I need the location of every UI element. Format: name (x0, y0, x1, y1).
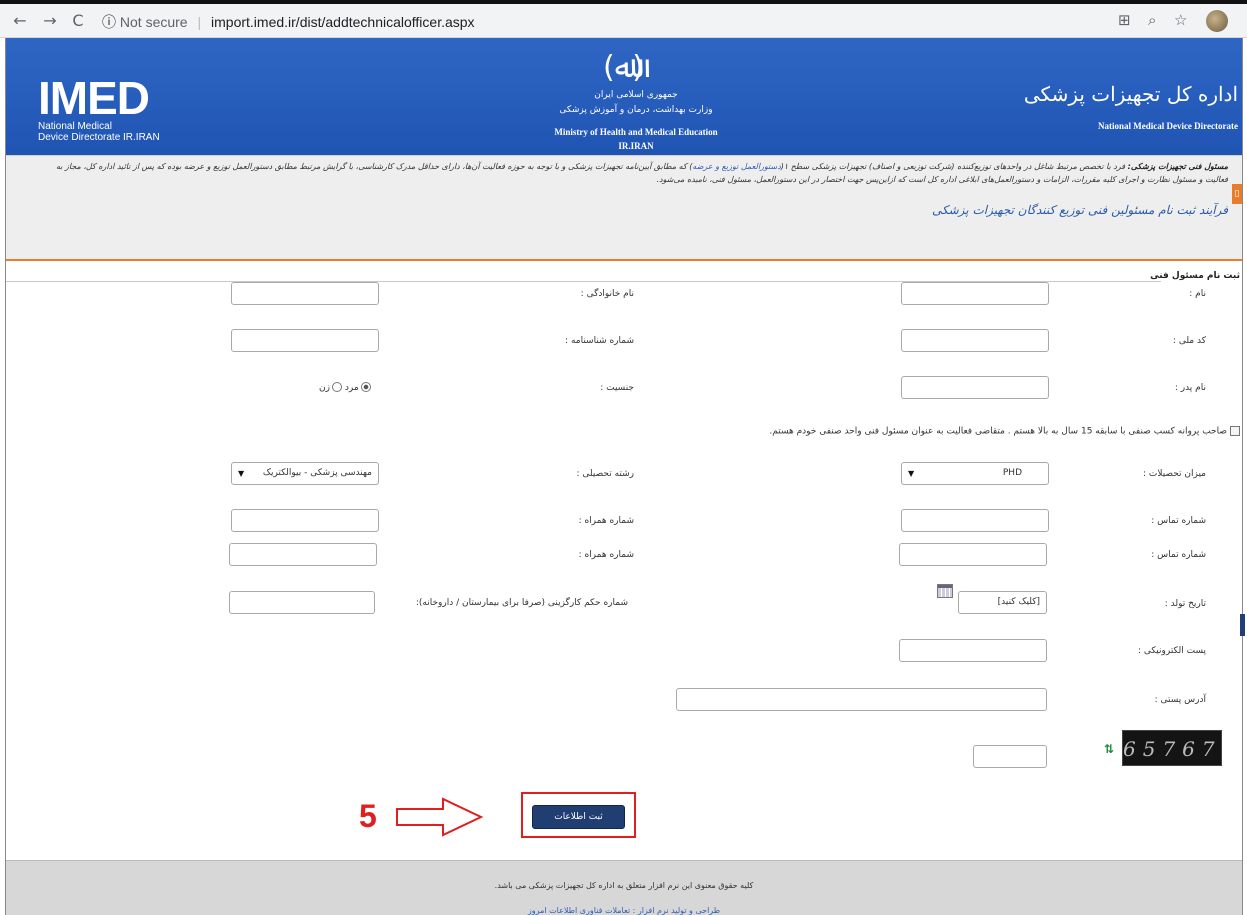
browser-toolbar: ← → C ⓘ Not secure | import.imed.ir/dist… (0, 0, 1247, 38)
credits-link[interactable]: طراحی و تولید نرم افزار : تعاملات فناوری… (6, 906, 1242, 915)
ministry-name-en: Ministry of Health and Medical Education (554, 127, 718, 137)
directorate-name-fa: اداره کل تجهیزات پزشکی (1023, 82, 1238, 106)
postal-address-input[interactable] (676, 688, 1047, 711)
translate-icon[interactable]: ⊞ (1118, 11, 1131, 29)
submit-highlight-box: ثبت اطلاعات (521, 792, 636, 838)
field-of-study-label: رشته تحصیلی : (576, 469, 635, 479)
phone-label-1: شماره تماس : (1151, 516, 1206, 526)
url-divider: | (197, 14, 202, 30)
step-number: 5 (359, 798, 377, 834)
female-radio[interactable] (331, 382, 342, 392)
email-label: پست الکترونیکی : (1137, 646, 1206, 656)
distribution-guideline-link[interactable]: دستورالعمل توزیع و عرضه (692, 162, 780, 171)
info-icon[interactable]: ⓘ (102, 14, 116, 30)
male-radio[interactable] (360, 382, 371, 392)
dropdown-arrow-icon: ▼ (238, 469, 245, 478)
license-checkbox-label: صاحب پروانه کسب صنفی با سابقه 15 سال به … (769, 426, 1227, 437)
captcha-image: 65767 (1122, 730, 1222, 766)
gender-label: جنسیت : (600, 383, 634, 393)
birth-date-input[interactable]: [کلیک کنید] (958, 591, 1047, 614)
national-code-label: کد ملی : (1172, 336, 1206, 346)
mobile-input-2[interactable] (229, 543, 377, 566)
process-title: فرآیند ثبت نام مسئولین فنی توزیع کنندگان… (932, 203, 1228, 217)
page-edge-mark (1240, 614, 1245, 636)
url-text: import.imed.ir/dist/addtechnicalofficer.… (211, 14, 475, 30)
address-bar[interactable]: ⓘ Not secure | import.imed.ir/dist/addte… (102, 10, 475, 34)
calendar-icon[interactable] (937, 584, 953, 598)
forward-arrow-icon[interactable]: → (40, 11, 60, 30)
profile-avatar[interactable] (1206, 10, 1228, 32)
country-code-en: IR.IRAN (618, 141, 654, 151)
license-checkbox-row[interactable]: صاحب پروانه کسب صنفی با سابقه 15 سال به … (769, 426, 1240, 437)
annotation-arrow-icon (396, 797, 484, 837)
imed-logo[interactable]: IMED (38, 75, 150, 121)
form-section-title: ثبت نام مسئول فنی (1150, 271, 1240, 281)
bookmark-star-icon[interactable]: ☆ (1174, 11, 1187, 29)
employment-decree-label: شماره حکم کارگزینی (صرفا برای بیمارستان … (415, 598, 628, 608)
education-level-select[interactable]: PHD ▼ (901, 462, 1049, 485)
submit-button[interactable]: ثبت اطلاعات (532, 805, 625, 829)
zoom-icon[interactable]: ⌕ (1148, 11, 1156, 29)
first-name-label: نام : (1189, 289, 1206, 299)
id-number-input[interactable] (231, 329, 379, 352)
back-arrow-icon[interactable]: ← (10, 11, 30, 30)
employment-decree-input[interactable] (229, 591, 375, 614)
id-number-label: شماره شناسنامه : (565, 336, 634, 346)
mobile-label-1: شماره همراه : (578, 516, 634, 526)
iran-emblem-icon: (ﷲ) (603, 50, 645, 85)
country-name-fa: جمهوری اسلامی ایران (594, 90, 678, 100)
field-of-study-select[interactable]: مهندسی پزشکی - بیوالکتریک ▼ (231, 462, 379, 485)
birth-date-label: تاریخ تولد : (1164, 599, 1206, 609)
father-name-label: نام پدر : (1174, 383, 1206, 393)
logo-subtitle: National Medical Device Directorate IR.I… (38, 121, 160, 143)
email-input[interactable] (899, 639, 1047, 662)
mobile-label-2: شماره همراه : (578, 550, 634, 560)
postal-address-label: آدرس پستی : (1154, 695, 1206, 705)
copyright-text: کلیه حقوق معنوی این نرم افزار متعلق به ا… (494, 881, 754, 890)
book-icon: ▯ (1232, 184, 1242, 204)
captcha-refresh-icon[interactable]: ⇅ (1104, 742, 1114, 756)
education-level-label: میزان تحصیلات : (1142, 469, 1206, 479)
gender-radio-group: مرد زن (319, 382, 371, 393)
phone-label-2: شماره تماس : (1151, 550, 1206, 560)
directorate-name-en: National Medical Device Directorate (1097, 121, 1238, 131)
father-name-input[interactable] (901, 376, 1049, 399)
ministry-name-fa: وزارت بهداشت، درمان و آموزش پزشکی (559, 105, 713, 115)
first-name-input[interactable] (901, 282, 1049, 305)
security-label: Not secure (119, 14, 188, 30)
captcha-input[interactable] (973, 745, 1047, 768)
notice-panel: مسئول فنی تجهیزات پزشکی: فرد با تخصص مرت… (6, 155, 1242, 261)
gender-female-option[interactable]: زن (319, 382, 342, 393)
dropdown-arrow-icon: ▼ (908, 469, 915, 478)
notice-text: مسئول فنی تجهیزات پزشکی: فرد با تخصص مرت… (56, 162, 1228, 184)
reload-icon[interactable]: C (68, 11, 88, 30)
site-banner: IMED National Medical Device Directorate… (6, 38, 1242, 155)
gender-male-option[interactable]: مرد (345, 382, 371, 393)
phone-input-2[interactable] (899, 543, 1047, 566)
national-code-input[interactable] (901, 329, 1049, 352)
phone-input-1[interactable] (901, 509, 1049, 532)
last-name-input[interactable] (231, 282, 379, 305)
last-name-label: نام خانوادگی : (580, 289, 634, 299)
license-checkbox[interactable] (1230, 426, 1240, 436)
web-page: IMED National Medical Device Directorate… (5, 38, 1243, 915)
mobile-input-1[interactable] (231, 509, 379, 532)
